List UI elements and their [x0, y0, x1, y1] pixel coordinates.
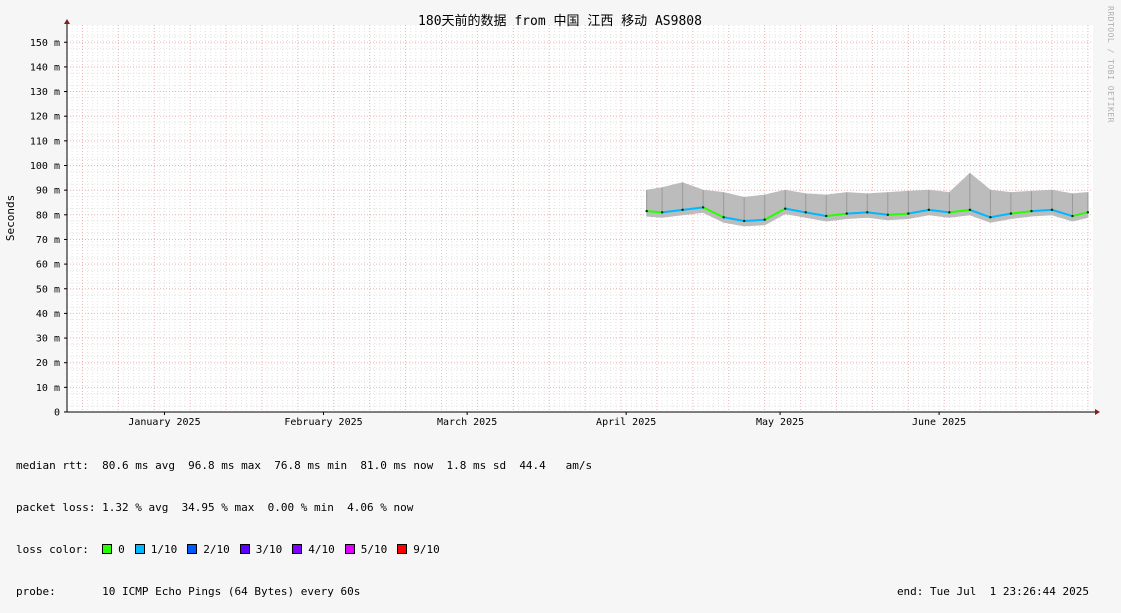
- loss-color-label-text: 5/10: [360, 543, 388, 556]
- probe-info: probe: 10 ICMP Echo Pings (64 Bytes) eve…: [16, 585, 361, 598]
- loss-color-swatch: [292, 544, 303, 554]
- x-tick-label: April 2025: [596, 417, 656, 428]
- median-point: [907, 212, 910, 215]
- median-point: [1071, 214, 1074, 218]
- loss-color-swatch: [344, 544, 355, 554]
- median-point: [701, 206, 705, 209]
- median-point: [948, 211, 951, 214]
- legend: median rtt: 80.6 ms avg 96.8 ms max 76.8…: [16, 431, 1105, 613]
- loss-color-label-text: 4/10: [308, 543, 335, 556]
- y-tick-label: 80 m: [36, 210, 60, 221]
- loss-color-label-text: 9/10: [413, 543, 440, 556]
- loss-color-swatch: [239, 544, 250, 554]
- median-point: [968, 208, 972, 212]
- loss-color-items: 0 1/10 2/10 3/10 4/10 5/10 9/10: [102, 543, 450, 556]
- median-segment: [887, 212, 909, 216]
- median-point: [1030, 209, 1033, 213]
- median-rtt-stats: median rtt: 80.6 ms avg 96.8 ms max 76.8…: [16, 459, 593, 472]
- y-tick-label: 40 m: [36, 309, 60, 320]
- chart-title: 180天前的数据 from 中国 江西 移动 AS9808: [418, 13, 702, 29]
- median-point: [681, 208, 684, 212]
- packet-loss-stats: packet loss: 1.32 % avg 34.95 % max 0.00…: [16, 501, 414, 514]
- median-point: [866, 211, 869, 214]
- median-segment: [846, 211, 868, 215]
- median-point: [845, 212, 848, 215]
- median-point: [927, 208, 931, 212]
- loss-color-item: 2/10: [187, 543, 230, 556]
- loss-color-item: 1/10: [134, 543, 178, 556]
- loss-color-swatch: [102, 544, 113, 554]
- median-segment: [646, 210, 663, 214]
- loss-color-label-text: 2/10: [203, 543, 230, 556]
- x-tick-label: February 2025: [284, 417, 362, 428]
- median-point: [1009, 212, 1013, 215]
- packet-loss-row: packet loss: 1.32 % avg 34.95 % max 0.00…: [16, 501, 1105, 515]
- loss-color-label-text: 1/10: [150, 543, 178, 556]
- median-point: [645, 209, 648, 213]
- loss-color-item: 4/10: [292, 543, 335, 556]
- x-tick-label: June 2025: [912, 417, 966, 428]
- y-tick-label: 150 m: [30, 38, 60, 49]
- y-tick-label: 90 m: [36, 186, 60, 197]
- y-tick-label: 130 m: [30, 87, 60, 98]
- median-point: [763, 218, 766, 221]
- y-tick-label: 50 m: [36, 284, 60, 295]
- median-point: [886, 213, 889, 217]
- y-tick-label: 110 m: [30, 136, 60, 147]
- y-tick-label: 70 m: [36, 235, 60, 246]
- median-point: [989, 216, 992, 219]
- loss-color-item: 0: [102, 543, 125, 556]
- loss-color-row: loss color: 0 1/10 2/10 3/10 4/10 5/10 9/10: [16, 543, 1105, 557]
- y-tick-label: 120 m: [30, 112, 60, 123]
- plot-background: [67, 25, 1093, 412]
- median-point: [784, 207, 787, 210]
- y-axis-arrow: [64, 19, 70, 24]
- y-tick-labels: 0 10 m 20 m 30 m 40 m 50 m 60 m 70 m 80 m 90 m 100…: [30, 38, 60, 419]
- x-tick-label: May 2025: [756, 417, 804, 428]
- x-axis-arrow: [1095, 409, 1100, 415]
- y-tick-label: 140 m: [30, 62, 60, 73]
- median-segment: [744, 218, 765, 222]
- y-tick-label: 20 m: [36, 358, 60, 369]
- rrdtool-watermark: RRDTOOL / TOBI OETIKER: [1106, 6, 1115, 123]
- x-tick-label: January 2025: [128, 417, 200, 428]
- loss-color-item: 3/10: [239, 543, 283, 556]
- loss-color-label-text: 3/10: [255, 543, 283, 556]
- y-tick-label: 60 m: [36, 260, 60, 271]
- x-tick-labels: January 2025 February 2025 March 2025 April…: [128, 417, 966, 428]
- y-tick-label: 10 m: [36, 383, 60, 394]
- y-tick-label: 100 m: [30, 161, 60, 172]
- median-rtt-row: median rtt: 80.6 ms avg 96.8 ms max 76.8…: [16, 459, 1105, 473]
- median-point: [1050, 208, 1054, 212]
- end-timestamp: end: Tue Jul 1 23:26:44 2025: [896, 585, 1089, 598]
- loss-color-swatch: [134, 544, 145, 554]
- loss-color-swatch: [397, 544, 408, 554]
- median-point: [660, 211, 664, 214]
- median-point: [1086, 211, 1090, 214]
- loss-color-swatch: [187, 544, 198, 554]
- median-point: [825, 214, 828, 218]
- y-tick-label: 30 m: [36, 334, 60, 345]
- loss-color-item: 9/10: [397, 543, 440, 556]
- probe-row: probe: 10 ICMP Echo Pings (64 Bytes) eve…: [16, 585, 1105, 599]
- y-axis-label: Seconds: [4, 195, 17, 241]
- median-segment: [1031, 208, 1053, 213]
- loss-color-label: loss color:: [16, 543, 89, 556]
- smokeping-chart: 0 10 m 20 m 30 m 40 m 50 m 60 m 70 m 80 m 90 m 100…: [4, 13, 1100, 428]
- median-point: [804, 211, 807, 214]
- loss-color-label-text: 0: [118, 543, 125, 556]
- median-point: [742, 219, 746, 223]
- x-tick-label: March 2025: [437, 417, 497, 428]
- y-tick-label: 0: [54, 408, 60, 419]
- median-point: [722, 216, 725, 219]
- loss-color-item: 5/10: [344, 543, 388, 556]
